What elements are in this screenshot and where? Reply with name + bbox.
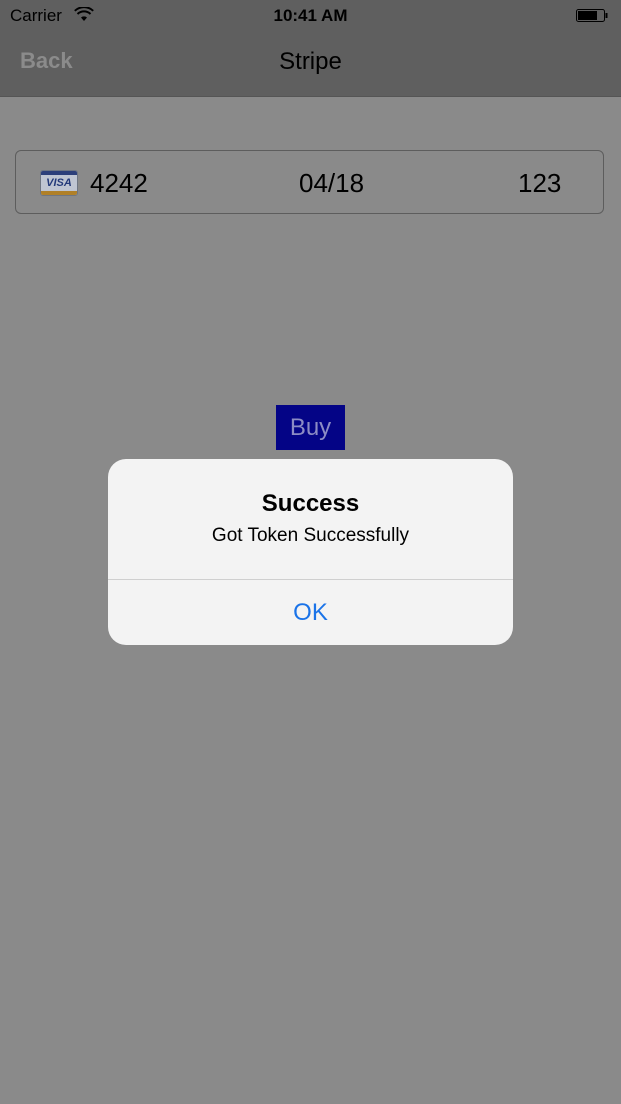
visa-card-icon: VISA (40, 170, 78, 196)
app-screen: Carrier 10:41 AM Back Stripe VISA 4242 0… (0, 0, 621, 1104)
status-bar: Carrier 10:41 AM (0, 0, 621, 32)
buy-button[interactable]: Buy (276, 405, 345, 450)
navigation-bar: Back Stripe (0, 32, 621, 97)
nav-title: Stripe (279, 48, 342, 75)
battery-icon (576, 9, 608, 22)
alert-ok-button[interactable]: OK (108, 580, 513, 645)
card-number-field[interactable]: 4242 (90, 168, 148, 199)
alert-message: Got Token Successfully (211, 525, 410, 546)
success-alert-dialog: Success Got Token Successfully OK (108, 459, 513, 645)
card-expiry-field[interactable]: 04/18 (299, 168, 364, 199)
card-input-field[interactable]: VISA 4242 04/18 123 (15, 150, 604, 214)
alert-title: Success (261, 490, 360, 517)
visa-card-top-stripe (41, 171, 77, 175)
visa-card-bottom-stripe (41, 191, 77, 195)
visa-card-brand-text: VISA (46, 177, 72, 189)
status-time: 10:41 AM (273, 6, 348, 25)
card-cvc-field[interactable]: 123 (518, 168, 561, 199)
